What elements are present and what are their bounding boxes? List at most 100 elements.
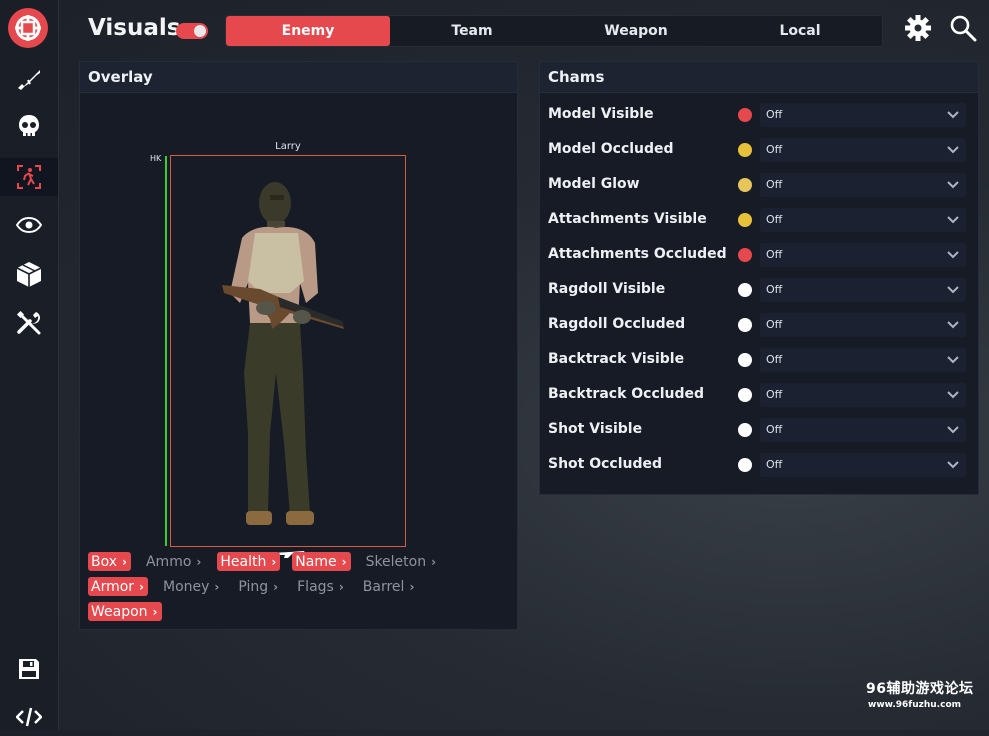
toggle-knob (194, 25, 206, 37)
chip-armor[interactable]: Armor › (88, 577, 148, 596)
chevron-down-icon (946, 211, 960, 230)
chevron-right-icon: › (338, 579, 344, 594)
chip-skeleton[interactable]: Skeleton › (363, 552, 441, 571)
sidebar-item-esp[interactable] (0, 206, 58, 244)
sidebar-item-misc[interactable] (0, 304, 58, 342)
sidebar-item-save[interactable] (0, 650, 58, 688)
cham-row: Backtrack Occluded Off (540, 380, 978, 410)
chevron-down-icon (946, 281, 960, 300)
cham-row: Backtrack Visible Off (540, 345, 978, 375)
chip-label: Skeleton (365, 553, 427, 570)
sidebar-item-triggerbot[interactable] (0, 108, 58, 146)
chip-money[interactable]: Money › (160, 577, 223, 596)
chip-label: Ammo (145, 553, 192, 570)
chevron-down-icon (946, 141, 960, 160)
chip-weapon[interactable]: Weapon › (88, 602, 162, 621)
chip-label: Weapon (91, 603, 148, 620)
cham-label: Model Visible (548, 106, 654, 122)
cham-row: Shot Occluded Off (540, 450, 978, 480)
cham-label: Attachments Visible (548, 211, 707, 227)
tab-enemy[interactable]: Enemy (226, 16, 390, 46)
esp-player-name: Larry (275, 141, 301, 152)
chip-label: Money (163, 578, 210, 595)
material-dropdown[interactable]: Off (760, 173, 966, 197)
tools-icon (16, 310, 42, 336)
chevron-down-icon (946, 176, 960, 195)
dropdown-value: Off (766, 353, 783, 366)
chevron-down-icon (946, 421, 960, 440)
chip-ping[interactable]: Ping › (235, 577, 282, 596)
chip-label: Name (295, 553, 337, 570)
material-dropdown[interactable]: Off (760, 138, 966, 162)
watermark-url: www.96fuzhu.com (868, 700, 962, 710)
cham-row: Attachments Occluded Off (540, 240, 978, 270)
color-picker[interactable] (738, 108, 752, 122)
material-dropdown[interactable]: Off (760, 243, 966, 267)
color-picker[interactable] (738, 318, 752, 332)
chip-box[interactable]: Box › (88, 552, 131, 571)
color-picker[interactable] (738, 213, 752, 227)
overlay-title: Overlay (80, 62, 517, 93)
color-picker[interactable] (738, 178, 752, 192)
sidebar-item-skins[interactable] (0, 255, 58, 293)
dropdown-value: Off (766, 143, 783, 156)
chip-label: Armor (91, 578, 135, 595)
cham-row: Attachments Visible Off (540, 205, 978, 235)
cham-row: Shot Visible Off (540, 415, 978, 445)
chevron-right-icon: › (341, 554, 347, 569)
chevron-right-icon: › (273, 579, 279, 594)
material-dropdown[interactable]: Off (760, 348, 966, 372)
save-icon (17, 657, 41, 681)
chams-title: Chams (540, 62, 978, 93)
chevron-right-icon: › (214, 579, 220, 594)
sidebar-item-aimbot[interactable] (0, 60, 58, 98)
color-picker[interactable] (738, 248, 752, 262)
dropdown-value: Off (766, 108, 783, 121)
chevron-right-icon: › (271, 554, 277, 569)
app-logo[interactable] (8, 8, 48, 48)
material-dropdown[interactable]: Off (760, 383, 966, 407)
visuals-toggle[interactable] (176, 23, 208, 39)
color-picker[interactable] (738, 458, 752, 472)
tab-team[interactable]: Team (390, 16, 554, 46)
color-picker[interactable] (738, 388, 752, 402)
settings-button[interactable] (903, 15, 933, 45)
cham-label: Shot Occluded (548, 456, 663, 472)
player-icon (16, 164, 42, 190)
tab-bar: Enemy Team Weapon Local (225, 15, 883, 47)
sidebar-item-code[interactable] (0, 698, 58, 736)
material-dropdown[interactable]: Off (760, 418, 966, 442)
dropdown-value: Off (766, 283, 783, 296)
overlay-panel: Overlay Larry HK Box › Ammo › Health › N… (79, 61, 518, 630)
color-picker[interactable] (738, 283, 752, 297)
material-dropdown[interactable]: Off (760, 313, 966, 337)
chevron-right-icon: › (152, 604, 158, 619)
cham-label: Shot Visible (548, 421, 643, 437)
chip-barrel[interactable]: Barrel › (360, 577, 419, 596)
color-picker[interactable] (738, 143, 752, 157)
color-picker[interactable] (738, 423, 752, 437)
chevron-down-icon (946, 386, 960, 405)
cham-row: Model Glow Off (540, 170, 978, 200)
dropdown-value: Off (766, 388, 783, 401)
material-dropdown[interactable]: Off (760, 208, 966, 232)
chip-ammo[interactable]: Ammo › (143, 552, 205, 571)
material-dropdown[interactable]: Off (760, 453, 966, 477)
tab-weapon[interactable]: Weapon (554, 16, 718, 46)
chip-health[interactable]: Health › (217, 552, 281, 571)
chip-name[interactable]: Name › (292, 552, 351, 571)
material-dropdown[interactable]: Off (760, 278, 966, 302)
sidebar (0, 0, 59, 730)
dropdown-value: Off (766, 248, 783, 261)
material-dropdown[interactable]: Off (760, 103, 966, 127)
search-button[interactable] (948, 15, 978, 45)
tab-local[interactable]: Local (718, 16, 882, 46)
cham-label: Ragdoll Visible (548, 281, 666, 297)
gear-icon (904, 14, 932, 46)
sidebar-item-visuals[interactable] (0, 158, 58, 196)
chip-flags[interactable]: Flags › (294, 577, 348, 596)
cham-label: Backtrack Visible (548, 351, 685, 367)
color-picker[interactable] (738, 353, 752, 367)
chevron-right-icon: › (122, 554, 127, 569)
eye-icon (16, 217, 42, 233)
